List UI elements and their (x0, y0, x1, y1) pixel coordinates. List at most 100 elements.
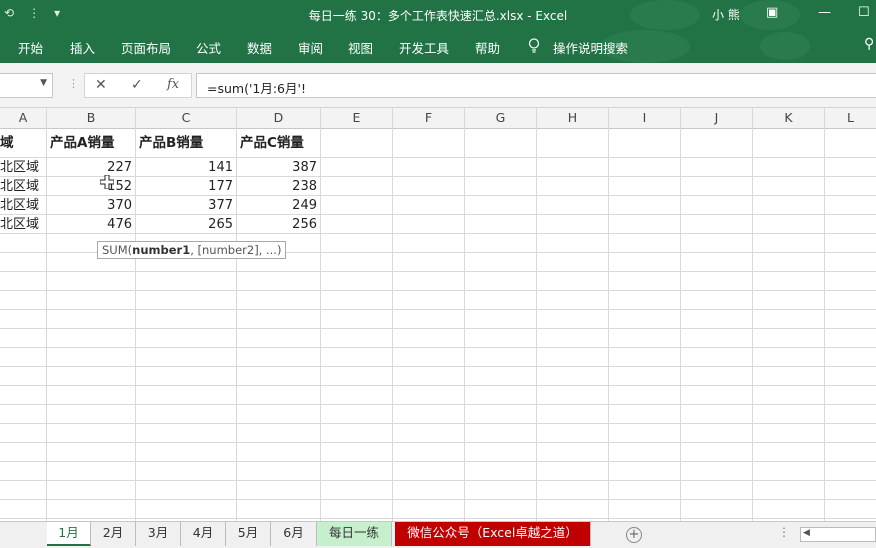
enter-icon[interactable]: ✓ (131, 77, 143, 93)
grid-line (0, 385, 876, 386)
column-header-b[interactable]: B (47, 108, 136, 129)
header-cell-region[interactable]: 域 (0, 129, 46, 157)
ribbon-display-options-icon[interactable]: ▣ (766, 5, 778, 20)
more-icon[interactable]: ⋮ (778, 525, 790, 539)
sheet-tab-3[interactable]: 3月 (136, 522, 181, 546)
product-b-cell[interactable]: 177 (136, 177, 236, 196)
grid-line (0, 309, 876, 310)
minimize-icon[interactable]: — (818, 5, 831, 20)
product-a-cell[interactable]: 227 (47, 158, 135, 177)
grid-line (536, 129, 537, 521)
cancel-icon[interactable]: ✕ (95, 77, 107, 93)
worksheet-grid[interactable]: 域 产品A销量 产品B销量 产品C销量 北区域 227 141 387 北区域 … (0, 129, 876, 521)
tab-page-layout[interactable]: 页面布局 (121, 38, 171, 57)
horizontal-scrollbar[interactable]: ◀ (800, 527, 876, 542)
tab-view[interactable]: 视图 (348, 38, 373, 57)
tab-insert[interactable]: 插入 (70, 38, 95, 57)
column-header-c[interactable]: C (136, 108, 237, 129)
tab-formulas[interactable]: 公式 (196, 38, 221, 57)
grid-line (0, 480, 876, 481)
region-cell[interactable]: 北区域 (0, 158, 46, 177)
formula-input[interactable]: =sum('1月:6月'! (196, 73, 876, 98)
insert-function-icon[interactable]: fx (167, 77, 179, 92)
name-box[interactable]: ▼ (0, 73, 53, 98)
region-cell[interactable]: 北区域 (0, 196, 46, 215)
product-c-cell[interactable]: 387 (237, 158, 320, 177)
product-c-cell[interactable]: 238 (237, 177, 320, 196)
header-cell-product-a[interactable]: 产品A销量 (50, 129, 135, 157)
grid-line (0, 442, 876, 443)
sheet-tab-daily-practice[interactable]: 每日一练 (317, 522, 392, 546)
title-bar: ⟲ ⋮ ▾ 每日一练 30：多个工作表快速汇总.xlsx - Excel 小 熊… (0, 0, 876, 30)
product-c-cell[interactable]: 256 (237, 215, 320, 234)
column-header-j[interactable]: J (681, 108, 753, 129)
sheet-tab-4[interactable]: 4月 (181, 522, 226, 546)
sheet-tab-2[interactable]: 2月 (91, 522, 136, 546)
tooltip-other-args: , [number2], ...) (190, 243, 282, 257)
add-sheet-icon[interactable]: + (626, 527, 642, 543)
grid-line (0, 366, 876, 367)
column-header-e[interactable]: E (321, 108, 393, 129)
grid-line (0, 328, 876, 329)
cell-cursor-icon (100, 175, 114, 189)
grid-line (320, 129, 321, 521)
header-cell-product-c[interactable]: 产品C销量 (240, 129, 320, 157)
column-header-d[interactable]: D (237, 108, 321, 129)
function-tooltip[interactable]: SUM(number1, [number2], ...) (97, 241, 287, 259)
ribbon-tabs: 开始 插入 页面布局 公式 数据 审阅 视图 开发工具 帮助 操作说明搜索 ⚲ (0, 30, 876, 63)
column-header-g[interactable]: G (465, 108, 537, 129)
grid-line (0, 271, 876, 272)
tooltip-current-arg[interactable]: number1 (132, 243, 190, 257)
grid-line (752, 129, 753, 521)
formula-bar-splitter[interactable]: ⋮ (68, 77, 79, 90)
lightbulb-icon (528, 38, 540, 53)
grid-line (0, 404, 876, 405)
grid-line (0, 290, 876, 291)
column-header-f[interactable]: F (393, 108, 465, 129)
grid-line (392, 129, 393, 521)
tab-data[interactable]: 数据 (247, 38, 272, 57)
sheet-tab-bar: 1月 2月 3月 4月 5月 6月 每日一练 微信公众号（Excel卓越之道） … (0, 521, 876, 548)
product-b-cell[interactable]: 265 (136, 215, 236, 234)
column-header-k[interactable]: K (753, 108, 825, 129)
sheet-tab-5[interactable]: 5月 (226, 522, 271, 546)
header-cell-product-b[interactable]: 产品B销量 (139, 129, 236, 157)
sheet-tab-1[interactable]: 1月 (47, 522, 91, 546)
grid-line (464, 129, 465, 521)
region-cell[interactable]: 北区域 (0, 177, 46, 196)
grid-line (0, 347, 876, 348)
column-headers: A B C D E F G H I J K L (0, 108, 876, 129)
column-header-a[interactable]: A (0, 108, 47, 129)
grid-line (680, 129, 681, 521)
tell-me-search[interactable]: 操作说明搜索 (553, 38, 628, 57)
tab-review[interactable]: 审阅 (298, 38, 323, 57)
tab-developer[interactable]: 开发工具 (399, 38, 449, 57)
product-a-cell[interactable]: 476 (47, 215, 135, 234)
formula-bar: ▼ ⋮ ✕ ✓ fx =sum('1月:6月'! (0, 63, 876, 108)
grid-line (0, 499, 876, 500)
sheet-tab-6[interactable]: 6月 (271, 522, 317, 546)
region-cell[interactable]: 北区域 (0, 215, 46, 234)
user-name[interactable]: 小 熊 (712, 6, 740, 23)
search-icon[interactable]: ⚲ (864, 36, 874, 52)
tab-help[interactable]: 帮助 (475, 38, 500, 57)
grid-line (824, 129, 825, 521)
grid-line (608, 129, 609, 521)
tab-home[interactable]: 开始 (18, 38, 43, 57)
maximize-icon[interactable]: ☐ (858, 5, 870, 20)
grid-line (0, 423, 876, 424)
sheet-tab-wechat[interactable]: 微信公众号（Excel卓越之道） (395, 522, 591, 546)
chevron-down-icon[interactable]: ▼ (40, 78, 47, 88)
column-header-h[interactable]: H (537, 108, 609, 129)
product-b-cell[interactable]: 377 (136, 196, 236, 215)
product-a-cell[interactable]: 152 (47, 177, 135, 196)
product-b-cell[interactable]: 141 (136, 158, 236, 177)
column-header-i[interactable]: I (609, 108, 681, 129)
column-header-l[interactable]: L (825, 108, 876, 129)
product-a-cell[interactable]: 370 (47, 196, 135, 215)
product-c-cell[interactable]: 249 (237, 196, 320, 215)
window-title: 每日一练 30：多个工作表快速汇总.xlsx - Excel (308, 9, 568, 23)
grid-line (0, 518, 876, 519)
scroll-left-icon[interactable]: ◀ (803, 528, 810, 538)
tooltip-function: SUM( (102, 243, 133, 257)
